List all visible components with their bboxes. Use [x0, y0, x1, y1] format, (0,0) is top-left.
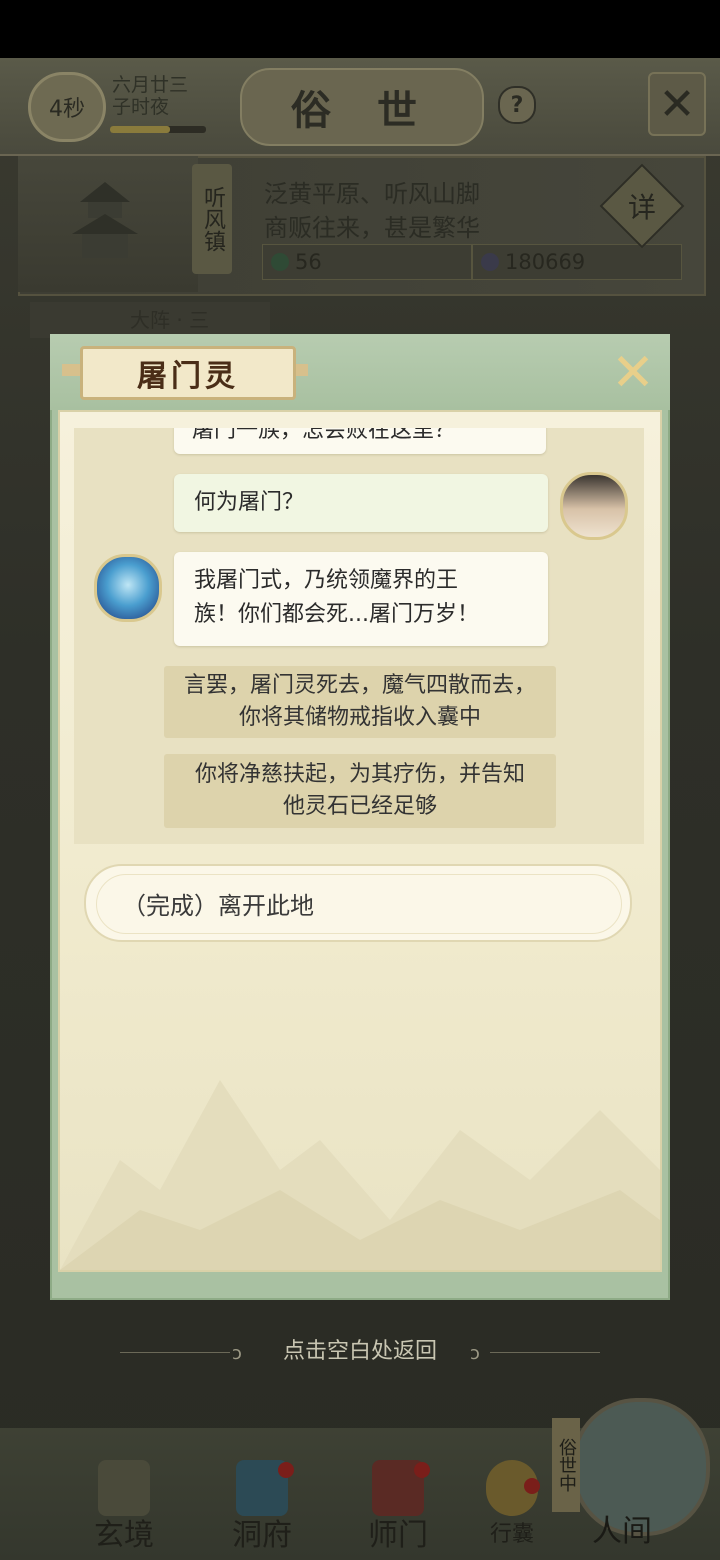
date-day: 六月廿三 — [112, 74, 189, 96]
nav-xuanjing[interactable]: 玄境 — [84, 1460, 164, 1553]
tap-to-return-hint[interactable]: 点击空白处返回 — [0, 1334, 720, 1370]
countdown-timer: 4秒 — [28, 72, 106, 142]
narration-line1: 言罢，屠门灵死去，魔气四散而去， — [183, 673, 536, 698]
page-title: 俗 世 — [240, 68, 484, 146]
scroll-icon — [98, 1460, 150, 1516]
chat-bubble-npc: 我屠门式，乃统领魔界的王 族！你们都会死...屠门万岁！ — [174, 552, 548, 646]
jade-icon — [271, 253, 289, 271]
chat-bubble-player: 何为屠门？ — [174, 474, 548, 532]
town-name: 听风镇 — [192, 164, 232, 274]
jade-count: 56 — [295, 250, 322, 274]
coin-icon — [481, 253, 499, 271]
player-avatar — [560, 472, 628, 540]
formation-tab: 大阵 · 三 — [30, 302, 270, 338]
help-button[interactable]: ? — [498, 86, 536, 124]
chat-text: 何为屠门？ — [194, 490, 305, 515]
nav-label: 师门 — [368, 1518, 428, 1553]
nav-label: 洞府 — [232, 1518, 292, 1553]
world-status-seal: 俗世中 — [552, 1418, 580, 1512]
date-hour: 子时夜 — [112, 96, 170, 118]
location-description-1: 泛黄平原、听风山脚 — [264, 180, 480, 208]
narration-box: 你将净慈扶起，为其疗伤，并告知 他灵石已经足够 — [164, 754, 556, 828]
game-date: 六月廿三 子时夜 — [112, 74, 188, 118]
nav-label: 行囊 — [489, 1522, 534, 1547]
chat-text-line1: 我屠门式，乃统领魔界的王 — [194, 568, 459, 593]
close-scene-button[interactable]: ✕ — [648, 72, 706, 136]
narration-line1: 你将净慈扶起，为其疗伤，并告知 — [194, 762, 525, 787]
narration-box: 言罢，屠门灵死去，魔气四散而去， 你将其储物戒指收入囊中 — [164, 666, 556, 738]
coin-resource: 180669 — [472, 244, 682, 280]
nav-label: 人间 — [592, 1514, 652, 1549]
coin-count: 180669 — [505, 250, 586, 274]
chat-text: 屠门一族，怎会败在这里？ — [192, 428, 457, 443]
time-progress-bar — [110, 126, 206, 133]
nav-renjian[interactable]: 人间 — [582, 1506, 662, 1556]
close-icon[interactable]: ✕ — [610, 347, 656, 399]
ink-mountains-decoration — [60, 1080, 660, 1270]
option-inner-border — [96, 874, 622, 934]
dialog-title: 屠门灵 — [80, 346, 296, 400]
narration-line2: 你将其储物戒指收入囊中 — [238, 705, 481, 730]
detail-label: 详 — [627, 191, 656, 224]
jade-resource: 56 — [262, 244, 472, 280]
hint-divider-right — [490, 1352, 600, 1353]
notification-dot — [414, 1462, 430, 1478]
nav-xingnang[interactable]: 行囊 — [472, 1460, 552, 1550]
location-description-2: 商贩往来，甚是繁华 — [264, 214, 480, 242]
time-progress-fill — [110, 126, 170, 133]
notification-dot — [278, 1462, 294, 1478]
chat-bubble-npc-cut: 屠门一族，怎会败在这里？ — [174, 428, 546, 454]
notification-dot — [524, 1478, 540, 1494]
narration-line2: 他灵石已经足够 — [282, 794, 437, 819]
chat-text-line2: 族！你们都会死...屠门万岁！ — [194, 602, 479, 627]
pagoda-icon — [72, 182, 138, 258]
npc-avatar — [94, 554, 162, 622]
nav-label: 玄境 — [94, 1518, 154, 1553]
